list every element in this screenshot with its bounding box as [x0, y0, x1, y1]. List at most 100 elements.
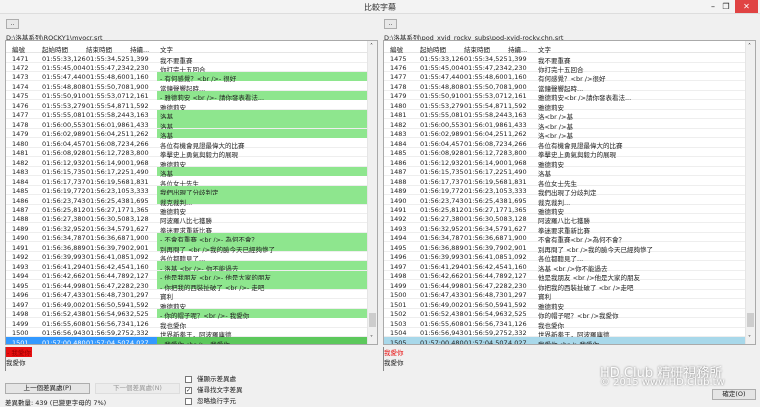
- table-row[interactable]: 1482 01:56:12,932 01:56:14,900 1,968 雅德莉安: [6, 157, 368, 169]
- scroll-thumb[interactable]: [747, 313, 754, 327]
- table-row[interactable]: 1497 01:56:49,002 01:56:50,594 1,592 雅德莉安: [6, 299, 368, 311]
- table-row[interactable]: 1488 01:56:27,380 01:56:30,508 3,128 阿波羅八比七獲…: [6, 214, 368, 225]
- cell-index: 1481: [390, 111, 407, 120]
- cell-end: 01:56:47,228: [464, 281, 508, 290]
- browse-left-button[interactable]: ..: [6, 19, 19, 29]
- table-row[interactable]: 1481 01:55:55,081 01:55:58,244 3,163 洛<br />…: [384, 110, 746, 121]
- table-row[interactable]: 1495 01:56:44,998 01:56:47,228 2,230- 你把我的西…: [6, 280, 368, 292]
- checkbox-icon[interactable]: [185, 397, 192, 405]
- scroll-up-icon[interactable]: ˄: [748, 43, 751, 50]
- table-row[interactable]: 1501 01:56:49,002 01:56:50,594 1,592 雅德莉安: [384, 299, 746, 311]
- table-row[interactable]: 1473 01:55:47,440 01:55:48,600 1,160- 有何感覺？…: [6, 71, 368, 83]
- table-row[interactable]: 1485 01:56:19,772 01:56:23,105 3,333 我們出現了分歧…: [6, 185, 368, 197]
- cell-duration: 1,365: [130, 206, 149, 215]
- table-row[interactable]: 1493 01:56:41,294 01:56:42,454 1,160- 洛基 <b…: [6, 261, 368, 273]
- table-row[interactable]: 1486 01:56:12,932 01:56:14,900 1,968 雅德莉安: [384, 157, 746, 169]
- table-row[interactable]: 1495 01:56:36,889 01:56:39,790 2,901 別再問了 <b…: [384, 242, 746, 254]
- table-row[interactable]: 1505 01:57:00,480 01:57:04,507 4,027 我愛你<br …: [384, 337, 746, 344]
- ok-button[interactable]: 確定(O): [712, 389, 756, 400]
- table-row[interactable]: 1486 01:56:23,743 01:56:25,438 1,695 裁克裁判...: [6, 195, 368, 207]
- table-row[interactable]: 1494 01:56:34,787 01:56:36,687 1,900 不會有重賽<b…: [384, 233, 746, 244]
- table-row[interactable]: 1504 01:56:56,943 01:56:59,275 2,332 世界新拳王，阿…: [384, 328, 746, 339]
- table-row[interactable]: 1487 01:56:25,812 01:56:27,177 1,365 雅德莉安: [6, 205, 368, 216]
- close-button[interactable]: ✕: [735, 0, 758, 13]
- table-row[interactable]: 1477 01:55:55,081 01:55:58,244 3,163 洛基: [6, 109, 368, 121]
- table-row[interactable]: 1474 01:55:48,808 01:55:50,708 1,900 當鐘聲響起時.…: [6, 81, 368, 93]
- browse-right-button[interactable]: ..: [384, 19, 397, 29]
- table-row[interactable]: 1490 01:56:34,787 01:56:36,687 1,900- 不會有重賽…: [6, 232, 368, 244]
- table-row[interactable]: 1492 01:56:39,993 01:56:41,085 1,092 各位都聽見了.…: [6, 252, 368, 263]
- table-row[interactable]: 1476 01:55:53,279 01:55:54,871 1,592 雅德莉安: [6, 100, 368, 112]
- table-row[interactable]: 1481 01:56:08,928 01:56:12,728 3,800 拳擊史上勇氣與…: [6, 148, 368, 159]
- cell-start: 01:56:27,380: [420, 215, 464, 224]
- checkbox-icon[interactable]: [185, 375, 192, 383]
- table-row[interactable]: 1480 01:56:04,457 01:56:08,723 4,266 各位有機會見證…: [6, 138, 368, 150]
- table-row[interactable]: 1478 01:56:00,553 01:56:01,986 1,433 洛基: [6, 119, 368, 131]
- restore-button[interactable]: ❐: [719, 0, 733, 13]
- ignore-newline-checkbox[interactable]: 忽略換行字元: [185, 395, 236, 405]
- table-row[interactable]: 1499 01:56:55,608 01:56:56,734 1,126 我也愛你: [6, 318, 368, 330]
- table-row[interactable]: 1496 01:56:39,993 01:56:41,085 1,092 各位都聽見了.…: [384, 252, 746, 263]
- table-row[interactable]: 1484 01:56:04,457 01:56:08,723 4,266 各位有機會見證…: [384, 138, 746, 150]
- table-row[interactable]: 1475 01:55:50,910 01:55:53,071 2,161- 雅德莉安 …: [6, 90, 368, 102]
- scroll-up-icon[interactable]: ˄: [370, 43, 373, 50]
- table-row[interactable]: 1500 01:56:47,433 01:56:48,730 1,297 寶利: [384, 290, 746, 301]
- table-row[interactable]: 1489 01:56:19,772 01:56:23,105 3,333 我們出現了分歧…: [384, 186, 746, 197]
- table-row[interactable]: 1497 01:56:41,294 01:56:42,454 1,160 洛基 <br …: [384, 261, 746, 273]
- table-row[interactable]: 1482 01:56:00,553 01:56:01,986 1,433 洛<br />…: [384, 119, 746, 131]
- cell-index: 1476: [12, 101, 29, 110]
- table-row[interactable]: 1479 01:56:02,989 01:56:04,251 1,262 洛基: [6, 128, 368, 140]
- left-scrollbar[interactable]: ˄ ˅: [367, 41, 377, 344]
- cell-end: 01:56:50,594: [86, 300, 130, 309]
- scroll-down-icon[interactable]: ˅: [370, 335, 373, 342]
- table-row[interactable]: 1480 01:55:53,279 01:55:54,871 1,592 雅德莉安: [384, 100, 746, 112]
- table-row[interactable]: 1479 01:55:50,910 01:55:53,071 2,161 雅德莉安<br…: [384, 91, 746, 102]
- table-row[interactable]: 1472 01:55:45,004 01:55:47,234 2,230 你打完十五回合: [6, 62, 368, 74]
- text-diffs-checkbox[interactable]: ✓ 僅尋找文字差異: [185, 384, 243, 394]
- cell-index: 1497: [12, 300, 29, 309]
- cell-start: 01:56:41,294: [42, 262, 86, 271]
- table-row[interactable]: 1496 01:56:47,433 01:56:48,730 1,297 寶利: [6, 290, 368, 301]
- table-row[interactable]: 1499 01:56:44,998 01:56:47,228 2,230 你把我的西裝扯…: [384, 280, 746, 292]
- table-row[interactable]: 1475 01:55:33,126 01:55:34,525 1,399 我不要重賽: [384, 53, 746, 65]
- table-row[interactable]: 1476 01:55:45,004 01:55:47,234 2,230 你打完十五回合: [384, 62, 746, 74]
- cell-duration: 1,900: [508, 82, 527, 91]
- table-row[interactable]: 1498 01:56:52,438 01:56:54,963 2,525- 你的帽子呢…: [6, 308, 368, 320]
- right-scrollbar[interactable]: ˄ ˅: [745, 41, 755, 344]
- table-row[interactable]: 1484 01:56:17,737 01:56:19,568 1,831 各位女士先生: [6, 176, 368, 188]
- table-row[interactable]: 1491 01:56:36,889 01:56:39,790 2,901 別再問了 <b…: [6, 242, 368, 254]
- table-row[interactable]: 1498 01:56:42,662 01:56:44,789 2,127 他是我朋友 <…: [384, 271, 746, 282]
- table-row[interactable]: 1502 01:56:52,438 01:56:54,963 2,525 你的帽子呢？<…: [384, 309, 746, 320]
- table-row[interactable]: 1483 01:56:15,735 01:56:17,225 1,490 洛基: [6, 166, 368, 178]
- table-row[interactable]: 1503 01:56:55,608 01:56:56,734 1,126 我也愛你: [384, 318, 746, 330]
- table-row[interactable]: 1490 01:56:23,743 01:56:25,438 1,695 裁克裁判...: [384, 195, 746, 207]
- table-row[interactable]: 1488 01:56:17,737 01:56:19,568 1,831 各位女士先生: [384, 176, 746, 188]
- table-row[interactable]: 1494 01:56:42,662 01:56:44,789 2,127- 他是我朋友…: [6, 270, 368, 282]
- only-diffs-checkbox[interactable]: 僅顯示差異處: [185, 373, 236, 383]
- table-row[interactable]: 1477 01:55:47,440 01:55:48,600 1,160 有何感覺？<b…: [384, 72, 746, 83]
- cell-index: 1492: [390, 215, 407, 224]
- checkmark-icon[interactable]: ✓: [185, 386, 192, 394]
- table-row[interactable]: 1501 01:57:00,480 01:57:04,507 4,027 - 我愛你<b…: [6, 337, 368, 344]
- table-row[interactable]: 1492 01:56:27,380 01:56:30,508 3,128 阿波羅八比七獲…: [384, 214, 746, 225]
- left-subtitle-table[interactable]: 編號 起始時間 結束時間 持續... 文字 1471 01:55:33,126 01…: [5, 40, 378, 345]
- right-subtitle-table[interactable]: 編號 起始時間 結束時間 持續... 文字 1475 01:55:33,126 01…: [383, 40, 756, 345]
- scroll-down-icon[interactable]: ˅: [748, 335, 751, 342]
- table-row[interactable]: 1491 01:56:25,812 01:56:27,177 1,365 雅德莉安: [384, 205, 746, 216]
- next-diff-button[interactable]: 下一個差異處(N): [95, 383, 180, 394]
- cell-end: 01:55:53,071: [464, 92, 508, 101]
- table-row[interactable]: 1487 01:56:15,735 01:56:17,225 1,490 洛基: [384, 167, 746, 178]
- table-row[interactable]: 1483 01:56:02,989 01:56:04,251 1,262 洛<br />…: [384, 129, 746, 140]
- cell-duration: 2,901: [508, 243, 527, 252]
- cell-start: 01:56:15,735: [420, 168, 464, 177]
- table-row[interactable]: 1485 01:56:08,928 01:56:12,728 3,800 拳擊史上勇氣與…: [384, 148, 746, 159]
- cell-index: 1495: [12, 281, 29, 290]
- cell-duration: 3,333: [508, 187, 527, 196]
- table-row[interactable]: 1500 01:56:56,943 01:56:59,275 2,332 世界新拳王，阿…: [6, 328, 368, 339]
- prev-diff-button[interactable]: 上一個差異處(P): [5, 383, 90, 394]
- table-row[interactable]: 1493 01:56:32,952 01:56:34,579 1,627 拳迷要求重新比…: [384, 223, 746, 235]
- table-row[interactable]: 1478 01:55:48,808 01:55:50,708 1,900 當鐘聲響起時.…: [384, 81, 746, 93]
- scroll-thumb[interactable]: [369, 313, 376, 327]
- table-row[interactable]: 1471 01:55:33,126 01:55:34,525 1,399 我不要重賽: [6, 53, 368, 65]
- table-row[interactable]: 1489 01:56:32,952 01:56:34,579 1,627 拳迷要求重新比…: [6, 223, 368, 235]
